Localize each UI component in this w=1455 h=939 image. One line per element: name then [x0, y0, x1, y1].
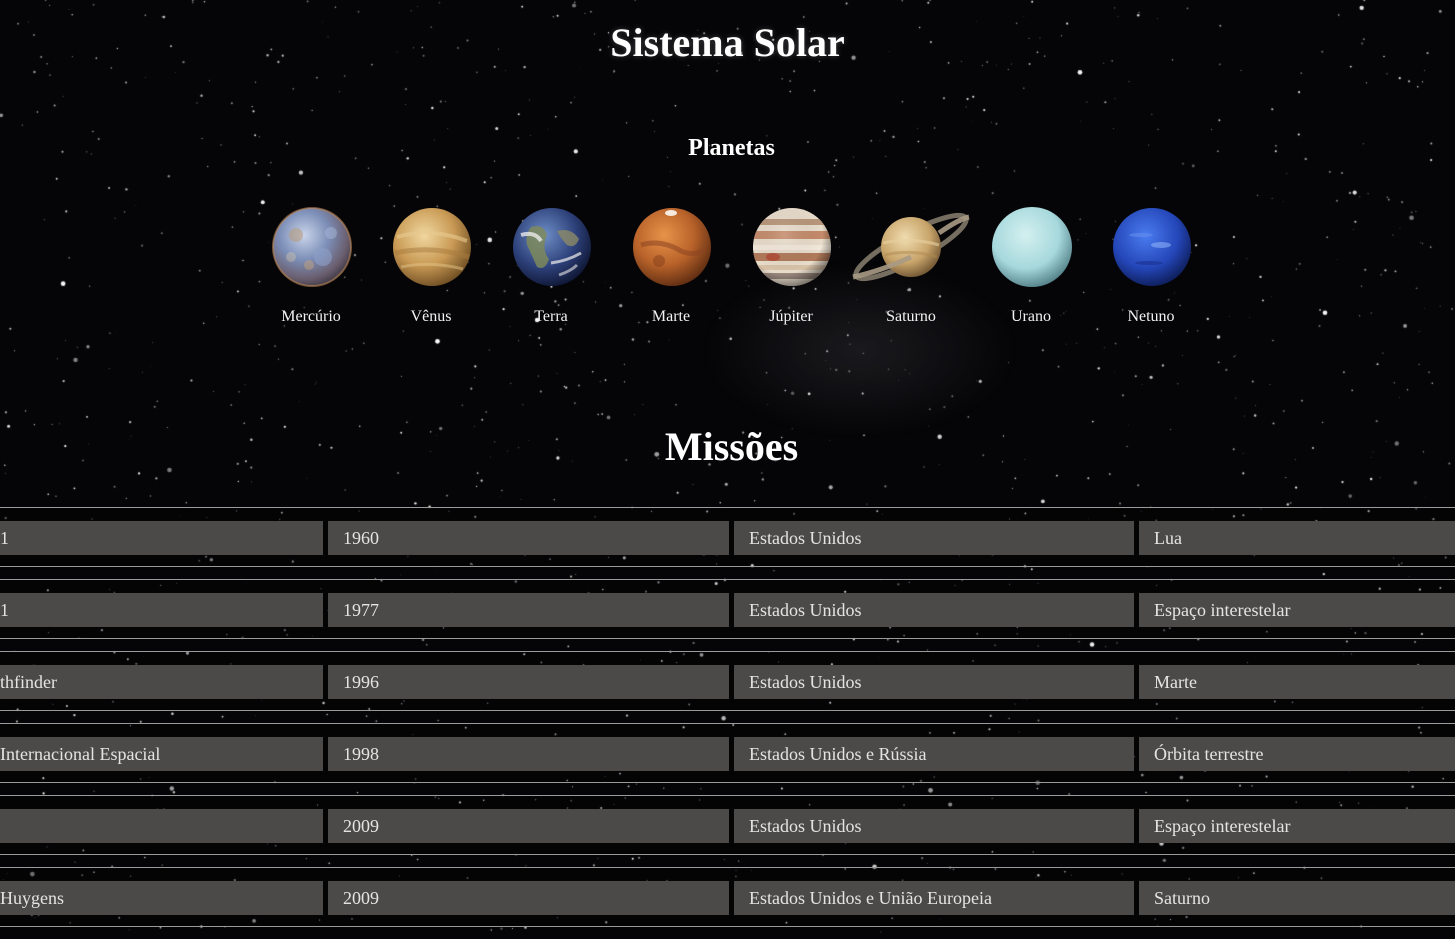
planet-name: Terra — [534, 308, 568, 325]
mission-name-cell: 1 — [0, 521, 323, 555]
planet-card-netuno[interactable]: Netuno — [1091, 205, 1211, 327]
table-row: Huygens 2009 Estados Unidos e União Euro… — [0, 867, 1455, 927]
mission-year-cell: 1977 — [328, 593, 729, 627]
planet-card-mercurio[interactable]: Mercúrio — [251, 205, 371, 327]
table-row: Internacional Espacial 1998 Estados Unid… — [0, 723, 1455, 783]
mission-target-cell: Órbita terrestre — [1139, 737, 1455, 771]
planet-name: Mercúrio — [281, 308, 341, 325]
mission-name-cell: Huygens — [0, 881, 323, 915]
saturn-icon[interactable] — [851, 205, 971, 289]
table-row: 2009 Estados Unidos Espaço interestelar — [0, 795, 1455, 855]
venus-icon[interactable] — [371, 205, 491, 289]
mission-target-cell: Espaço interestelar — [1139, 593, 1455, 627]
mission-year-cell: 1960 — [328, 521, 729, 555]
mission-name-cell: 1 — [0, 593, 323, 627]
table-row: thfinder 1996 Estados Unidos Marte — [0, 651, 1455, 711]
neptune-icon[interactable] — [1091, 205, 1211, 289]
planet-name: Júpiter — [769, 308, 813, 325]
table-row: 1 1977 Estados Unidos Espaço interestela… — [0, 579, 1455, 639]
mission-name-cell — [0, 809, 323, 843]
planet-name: Marte — [651, 308, 691, 325]
planet-name: Saturno — [886, 308, 936, 325]
earth-icon[interactable] — [491, 205, 611, 289]
planet-card-saturno[interactable]: Saturno — [851, 205, 971, 327]
planet-card-jupiter[interactable]: Júpiter — [731, 205, 851, 327]
mission-target-cell: Marte — [1139, 665, 1455, 699]
planet-name: Netuno — [1127, 308, 1175, 325]
planets-heading: Planetas — [688, 135, 775, 161]
mission-year-cell: 1996 — [328, 665, 729, 699]
planets-list: Mercúrio Vênus Terra Marte Júpiter Satur… — [251, 205, 1211, 327]
mission-country-cell: Estados Unidos e Rússia — [734, 737, 1134, 771]
mission-year-cell: 1998 — [328, 737, 729, 771]
mission-name-cell: Internacional Espacial — [0, 737, 323, 771]
mission-country-cell: Estados Unidos e União Europeia — [734, 881, 1134, 915]
jupiter-icon[interactable] — [731, 205, 851, 289]
mission-target-cell: Lua — [1139, 521, 1455, 555]
planet-card-urano[interactable]: Urano — [971, 205, 1091, 327]
planet-name: Urano — [1011, 308, 1051, 325]
planet-card-marte[interactable]: Marte — [611, 205, 731, 327]
mission-year-cell: 2009 — [328, 881, 729, 915]
page-title: Sistema Solar — [610, 20, 845, 65]
mission-country-cell: Estados Unidos — [734, 809, 1134, 843]
uranus-icon[interactable] — [971, 205, 1091, 289]
mission-country-cell: Estados Unidos — [734, 521, 1134, 555]
planet-card-venus[interactable]: Vênus — [371, 205, 491, 327]
planet-name: Vênus — [410, 308, 452, 325]
missions-heading: Missões — [664, 424, 799, 469]
mission-country-cell: Estados Unidos — [734, 665, 1134, 699]
missions-table: 1 1960 Estados Unidos Lua 1 1977 Estados… — [0, 507, 1455, 939]
mission-country-cell: Estados Unidos — [734, 593, 1134, 627]
mission-target-cell: Espaço interestelar — [1139, 809, 1455, 843]
mars-icon[interactable] — [611, 205, 731, 289]
mercury-icon[interactable] — [251, 205, 371, 289]
mission-year-cell: 2009 — [328, 809, 729, 843]
mission-target-cell: Saturno — [1139, 881, 1455, 915]
planet-card-terra[interactable]: Terra — [491, 205, 611, 327]
mission-name-cell: thfinder — [0, 665, 323, 699]
table-row: 1 1960 Estados Unidos Lua — [0, 507, 1455, 567]
